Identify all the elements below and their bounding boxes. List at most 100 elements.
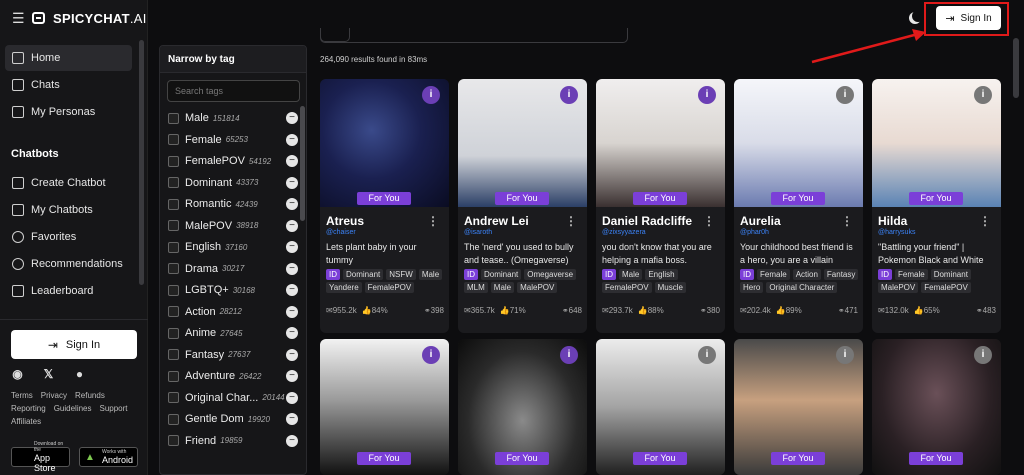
tag-checkbox[interactable] [168, 284, 179, 296]
character-card[interactable]: i For You Andrew Lei ⋮ @isaroth The 'nerd' yo… [458, 79, 587, 333]
exclude-tag-icon[interactable]: − [286, 241, 298, 253]
info-icon[interactable]: i [422, 86, 440, 104]
x-twitter-icon[interactable]: 𝕏 [42, 368, 55, 381]
card-tag-chip[interactable]: Fantasy [823, 269, 859, 280]
tag-row[interactable]: Fantasy 27637 − [168, 347, 298, 363]
exclude-tag-icon[interactable]: − [286, 133, 298, 146]
tag-checkbox[interactable] [168, 370, 179, 382]
footer-link[interactable]: Guidelines [54, 404, 92, 413]
nav-create-chatbot[interactable]: Create Chatbot [5, 170, 132, 196]
sidebar-scrollbar[interactable] [139, 40, 144, 285]
tag-row[interactable]: Drama 30217 − [168, 261, 298, 277]
card-tag-chip[interactable]: MalePOV [878, 282, 919, 293]
card-tag-chip[interactable]: Male [418, 269, 443, 280]
tag-checkbox[interactable] [168, 263, 179, 274]
exclude-tag-icon[interactable]: − [286, 176, 298, 189]
card-tag-chip[interactable]: Female [895, 269, 928, 280]
search-bar[interactable] [320, 28, 628, 43]
info-icon[interactable]: i [836, 346, 854, 364]
page-scrollbar[interactable] [1013, 38, 1019, 98]
tag-checkbox[interactable] [168, 435, 179, 446]
more-options-icon[interactable]: ⋮ [427, 214, 439, 228]
exclude-tag-icon[interactable]: − [286, 198, 298, 210]
tag-row[interactable]: Female 65253 − [168, 132, 298, 148]
info-icon[interactable]: i [698, 346, 716, 364]
tag-row[interactable]: Action 28212 − [168, 304, 298, 320]
tag-checkbox[interactable] [168, 306, 179, 317]
card-tag-chip[interactable]: MLM [464, 282, 488, 293]
exclude-tag-icon[interactable]: − [286, 284, 298, 296]
tag-checkbox[interactable] [168, 155, 179, 167]
tag-row[interactable]: MalePOV 38918 − [168, 218, 298, 234]
exclude-tag-icon[interactable]: − [286, 155, 298, 167]
card-tag-chip[interactable]: Dominant [930, 269, 971, 280]
character-card[interactable]: i For You [596, 339, 725, 475]
more-options-icon[interactable]: ⋮ [841, 214, 853, 228]
info-icon[interactable]: i [974, 86, 992, 104]
footer-link[interactable]: Support [100, 404, 128, 413]
card-tag-chip[interactable]: NSFW [386, 269, 416, 280]
nav-chats[interactable]: Chats [5, 72, 132, 98]
creator-handle[interactable]: @zixsyyazera [602, 229, 646, 236]
card-tag-chip[interactable]: FemalePOV [602, 282, 652, 293]
more-options-icon[interactable]: ⋮ [703, 214, 715, 228]
character-card[interactable]: i For You [872, 339, 1001, 475]
tag-checkbox[interactable] [168, 349, 179, 360]
card-tag-chip[interactable]: Dominant [481, 269, 522, 280]
footer-link[interactable]: Refunds [75, 391, 105, 400]
info-icon[interactable]: i [974, 346, 992, 364]
tag-row[interactable]: Male 151814 − [168, 110, 298, 126]
android-badge[interactable]: ▲ Works with Android [79, 447, 138, 467]
nav-home[interactable]: Home [5, 45, 132, 71]
exclude-tag-icon[interactable]: − [286, 305, 298, 318]
character-card[interactable]: i For You [734, 339, 863, 475]
creator-handle[interactable]: @phar0h [740, 229, 769, 236]
exclude-tag-icon[interactable]: − [286, 327, 298, 339]
tag-row[interactable]: Anime 27645 − [168, 325, 298, 341]
reddit-icon[interactable]: ● [73, 368, 86, 381]
tag-row[interactable]: Dominant 43373 − [168, 175, 298, 191]
character-card[interactable]: i For You [320, 339, 449, 475]
tag-checkbox[interactable] [168, 241, 179, 253]
exclude-tag-icon[interactable]: − [286, 370, 298, 382]
footer-link[interactable]: Terms [11, 391, 33, 400]
tag-row[interactable]: Original Char... 20144− [168, 390, 298, 406]
logo-text[interactable]: SPICYCHAT.AI [53, 11, 147, 26]
more-options-icon[interactable]: ⋮ [565, 214, 577, 228]
dark-mode-moon-icon[interactable] [909, 12, 921, 24]
tag-checkbox[interactable] [168, 112, 179, 124]
exclude-tag-icon[interactable]: − [286, 413, 298, 425]
sidebar-sign-in-button[interactable]: ⇥ Sign In [11, 330, 137, 359]
info-icon[interactable]: i [836, 86, 854, 104]
nav-my-chatbots[interactable]: My Chatbots [5, 197, 132, 223]
footer-link[interactable]: Affiliates [11, 417, 41, 426]
more-options-icon[interactable]: ⋮ [979, 214, 991, 228]
tag-row[interactable]: FemalePOV 54192 − [168, 153, 298, 169]
character-card[interactable]: i For You Aurelia ⋮ @phar0h Your childhood be… [734, 79, 863, 333]
card-tag-chip[interactable]: English [645, 269, 678, 280]
tag-row[interactable]: Gentle Dom 19920 − [168, 411, 298, 427]
card-tag-chip[interactable]: Yandere [326, 282, 362, 293]
tag-row[interactable]: Romantic 42439 − [168, 196, 298, 212]
card-tag-chip[interactable]: Hero [740, 282, 764, 293]
tag-row[interactable]: LGBTQ+ 30168 − [168, 282, 298, 298]
nav-my-personas[interactable]: My Personas [5, 99, 132, 125]
info-icon[interactable]: i [560, 86, 578, 104]
character-card[interactable]: i For You Hilda ⋮ @harrysuks "Battling your f… [872, 79, 1001, 333]
card-tag-chip[interactable]: Omegaverse [524, 269, 577, 280]
tag-row[interactable]: English 37160 − [168, 239, 298, 255]
tag-search-input[interactable] [167, 80, 300, 102]
character-card[interactable]: i For You Daniel Radcliffe ⋮ @zixsyyazera you… [596, 79, 725, 333]
app-store-badge[interactable]: Download on the App Store [11, 441, 70, 473]
tag-checkbox[interactable] [168, 177, 179, 188]
card-tag-chip[interactable]: FemalePOV [364, 282, 415, 293]
info-icon[interactable]: i [560, 346, 578, 364]
info-icon[interactable]: i [422, 346, 440, 364]
tag-panel-scrollbar[interactable] [300, 106, 305, 221]
exclude-tag-icon[interactable]: − [286, 219, 298, 232]
info-icon[interactable]: i [698, 86, 716, 104]
character-card[interactable]: i For You Atreus ⋮ @chaiser Lets plant baby i… [320, 79, 449, 333]
card-tag-chip[interactable]: Female [757, 269, 790, 280]
tag-checkbox[interactable] [168, 220, 179, 231]
hamburger-menu-icon[interactable]: ☰ [12, 10, 25, 27]
